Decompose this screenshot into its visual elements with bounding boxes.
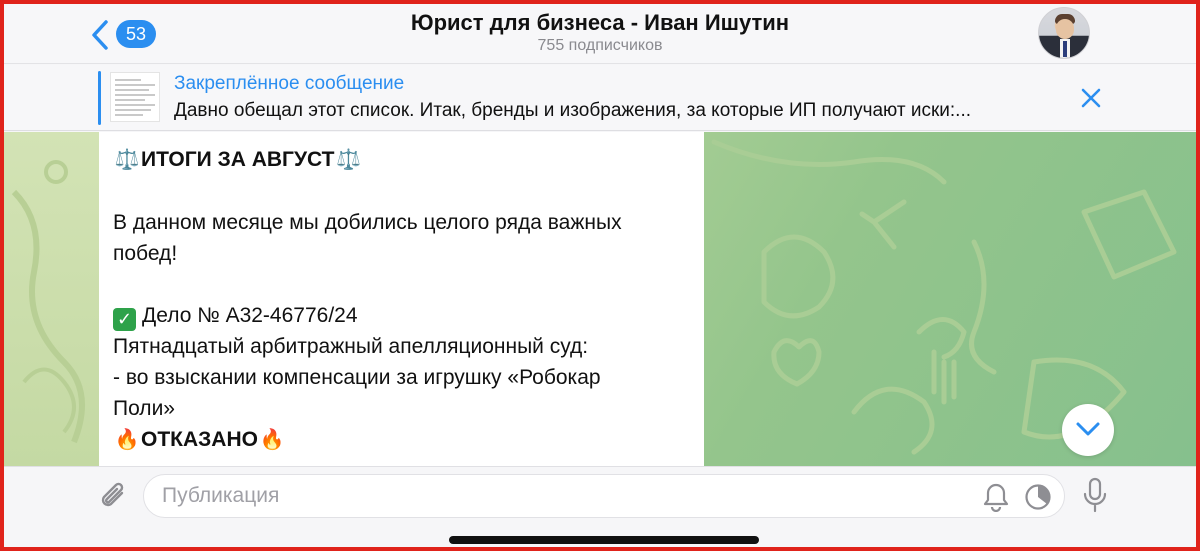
notifications-button[interactable] [982, 482, 1010, 513]
voice-record-button[interactable] [1080, 477, 1110, 515]
case-number: Дело № А32-46776/24 [142, 304, 358, 327]
chevron-down-icon [1076, 422, 1100, 436]
close-pinned-button[interactable] [1078, 85, 1104, 111]
result-text: ОТКАЗАНО [141, 428, 258, 451]
fire-icon: 🔥 [114, 429, 140, 451]
wallpaper-pattern-left [4, 132, 99, 466]
message-input[interactable] [143, 474, 1065, 518]
claim-line2: Поли» [113, 397, 175, 420]
subscriber-count: 755 подписчиков [537, 37, 663, 54]
channel-avatar[interactable] [1038, 7, 1090, 59]
case-line: ✓ Дело № А32-46776/24 [113, 300, 688, 331]
pinned-label: Закреплённое сообщение [174, 73, 405, 94]
screenshot-frame: 53 Юрист для бизнеса - Иван Ишутин 755 п… [0, 0, 1200, 551]
paperclip-icon [101, 482, 124, 507]
pinned-message-bar[interactable]: Закреплённое сообщение Давно обещал этот… [4, 65, 1196, 131]
fire-icon: 🔥 [259, 429, 285, 451]
bell-icon [983, 483, 1009, 513]
close-icon [1081, 88, 1101, 108]
pinned-text: Давно обещал этот список. Итак, бренды и… [174, 100, 972, 121]
channel-title[interactable]: Юрист для бизнеса - Иван Ишутин [4, 10, 1196, 36]
message-intro-line2: побед! [113, 242, 178, 265]
message-bubble[interactable]: ⚖️ИТОГИ ЗА АВГУСТ⚖️ В данном месяце мы д… [99, 132, 704, 466]
attach-button[interactable] [98, 479, 130, 513]
check-icon: ✓ [113, 308, 136, 331]
chat-header: 53 Юрист для бизнеса - Иван Ишутин 755 п… [4, 4, 1196, 64]
scheduled-button[interactable] [1023, 482, 1053, 512]
scroll-down-button[interactable] [1062, 404, 1114, 456]
scales-icon: ⚖️ [114, 149, 140, 171]
timer-icon [1025, 484, 1051, 510]
result-line: 🔥ОТКАЗАНО🔥 [113, 424, 688, 456]
claim-line1: - во взыскании компенсации за игрушку «Р… [113, 366, 601, 389]
wallpaper-doodles [711, 139, 1177, 455]
home-indicator [449, 536, 759, 544]
avatar-face [1056, 19, 1074, 39]
court-name: Пятнадцатый арбитражный апелляционный су… [113, 335, 589, 358]
scales-icon: ⚖️ [336, 149, 361, 171]
message-heading: ИТОГИ ЗА АВГУСТ [141, 148, 335, 171]
avatar-tie [1063, 41, 1067, 57]
message-intro-line1: В данном месяце мы добились целого ряда … [113, 211, 622, 234]
chat-area[interactable]: ⚖️ИТОГИ ЗА АВГУСТ⚖️ В данном месяце мы д… [4, 132, 1196, 466]
pinned-indicator [98, 71, 101, 125]
message-heading-line: ⚖️ИТОГИ ЗА АВГУСТ⚖️ [113, 144, 688, 176]
pinned-thumbnail [110, 72, 160, 122]
wallpaper-doodle [11, 160, 85, 444]
composer-bar [4, 466, 1196, 547]
microphone-icon [1083, 477, 1107, 513]
